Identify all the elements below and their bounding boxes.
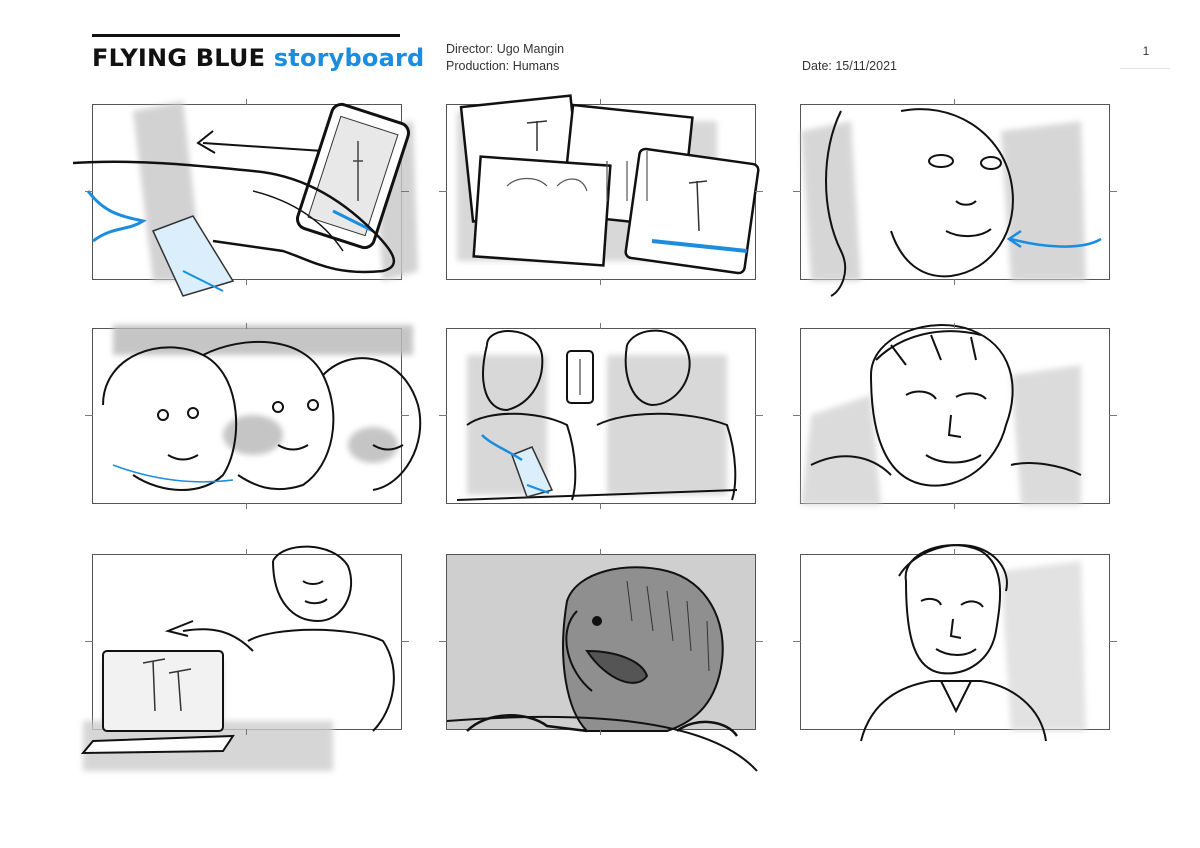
director-label: Director: Ugo Mangin <box>446 42 565 56</box>
panel-9-sketch <box>860 544 1086 742</box>
panel-5 <box>439 323 763 509</box>
panel-7 <box>80 545 409 771</box>
panel-7-sketch <box>80 545 395 771</box>
page-number-rule <box>1120 68 1170 69</box>
panel-4 <box>85 323 422 509</box>
panel-8-sketch <box>446 566 758 772</box>
title-accent: storyboard <box>273 44 425 72</box>
panel-8 <box>439 549 763 772</box>
page-title: FLYING BLUE storyboard <box>92 44 424 72</box>
panel-5-sketch <box>456 329 738 501</box>
panel-2 <box>439 94 763 285</box>
panel-1 <box>72 99 418 297</box>
panel-3 <box>793 99 1117 297</box>
production-label: Production: Humans <box>446 59 560 73</box>
panel-3-sketch <box>801 108 1102 297</box>
panel-1-sketch <box>72 101 418 297</box>
panel-6 <box>793 323 1117 509</box>
title-main: FLYING BLUE <box>92 44 266 72</box>
date-label: Date: 15/11/2021 <box>802 59 897 73</box>
panel-2-sketch <box>457 94 760 275</box>
page-number: 1 <box>1142 44 1150 58</box>
dog-icon <box>466 566 739 737</box>
panel-4-sketch <box>102 325 422 491</box>
title-rule <box>92 34 400 37</box>
panel-6-sketch <box>801 324 1082 505</box>
phone-icon <box>566 350 594 404</box>
panel-9 <box>793 544 1117 742</box>
